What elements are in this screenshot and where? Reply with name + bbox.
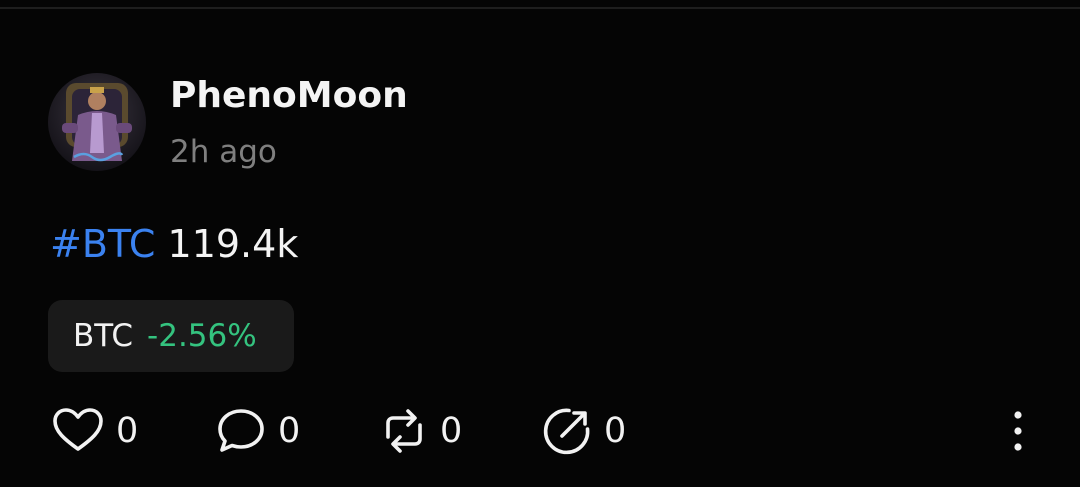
repost-count: 0 xyxy=(440,411,463,451)
post-body: #BTC 119.4k xyxy=(50,220,298,268)
hashtag-link[interactable]: #BTC xyxy=(50,222,155,266)
repost-icon xyxy=(386,409,422,453)
more-options-button[interactable] xyxy=(1002,406,1034,456)
ticker-change: -2.56% xyxy=(147,318,257,354)
share-count: 0 xyxy=(604,411,627,451)
post-body-text: 119.4k xyxy=(167,222,299,266)
comment-button[interactable]: 0 xyxy=(216,406,300,456)
ticker-symbol: BTC xyxy=(73,318,134,354)
post-card: PhenoMoon 2h ago #BTC 119.4k BTC -2.56% … xyxy=(0,0,1080,487)
like-button[interactable]: 0 xyxy=(52,406,138,456)
post-timestamp: 2h ago xyxy=(170,134,277,170)
comment-bubble-icon xyxy=(218,409,264,452)
author-avatar[interactable] xyxy=(48,73,146,171)
share-button[interactable]: 0 xyxy=(542,406,626,456)
avatar-portrait-image xyxy=(48,73,146,171)
share-icon xyxy=(543,408,590,455)
divider xyxy=(0,7,1080,9)
ticker-chip[interactable]: BTC -2.56% xyxy=(48,300,294,372)
comment-count: 0 xyxy=(278,411,301,451)
like-count: 0 xyxy=(116,411,139,451)
more-vertical-icon xyxy=(1014,411,1022,451)
heart-icon xyxy=(53,408,103,451)
author-name[interactable]: PhenoMoon xyxy=(170,74,408,118)
repost-button[interactable]: 0 xyxy=(380,406,462,456)
